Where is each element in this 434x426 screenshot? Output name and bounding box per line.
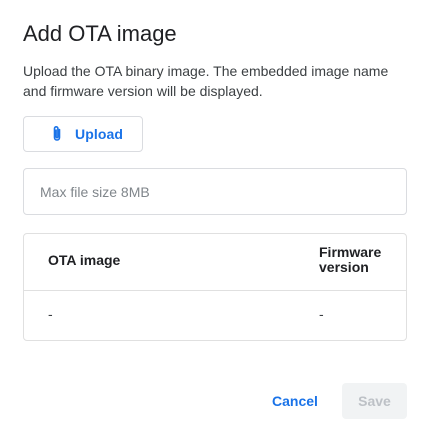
column-header-ota-image: OTA image <box>48 252 121 268</box>
table-cell-ota-image: - <box>48 306 53 322</box>
paperclip-icon <box>50 125 64 143</box>
table-cell-firmware-version: - <box>319 306 324 322</box>
upload-button-label: Upload <box>75 126 124 142</box>
dialog-title: Add OTA image <box>23 21 177 46</box>
save-button[interactable]: Save <box>342 383 407 419</box>
ota-image-table: OTA image Firmware version - - <box>23 233 407 341</box>
cancel-button[interactable]: Cancel <box>258 383 332 419</box>
upload-button[interactable]: Upload <box>23 116 143 152</box>
column-header-firmware-version: Firmware version <box>319 244 382 275</box>
table-header: OTA image Firmware version <box>24 234 406 291</box>
selected-file-field[interactable]: Max file size 8MB <box>23 168 407 215</box>
file-field-placeholder: Max file size 8MB <box>40 183 150 200</box>
dialog-description: Upload the OTA binary image. The embedde… <box>23 63 389 99</box>
add-ota-image-dialog: Add OTA image Upload the OTA binary imag… <box>0 0 434 426</box>
